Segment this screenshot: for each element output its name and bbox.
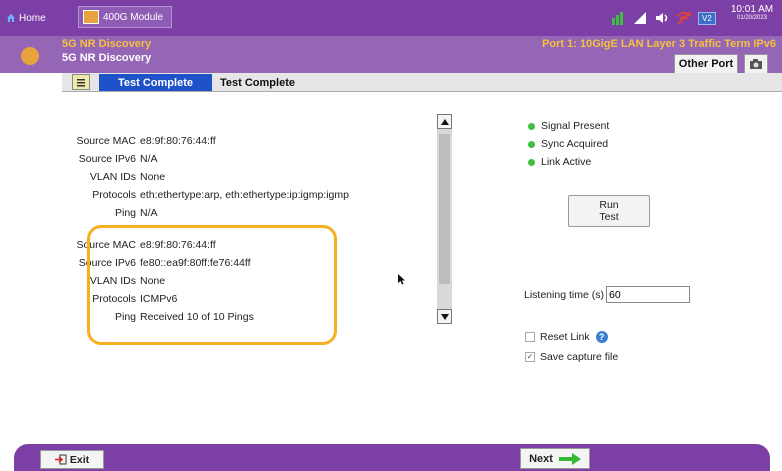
- result-row: Source MAC e8:9f:80:76:44:ff: [0, 132, 349, 150]
- results-scrollbar[interactable]: [437, 114, 452, 324]
- exit-icon: [54, 454, 67, 465]
- menu-button[interactable]: [72, 74, 90, 90]
- speaker-icon: [656, 13, 668, 23]
- signal-icon: [612, 12, 623, 25]
- module-icon: [83, 10, 99, 24]
- clock-time: 10:01 AM: [730, 4, 774, 15]
- result-block-1: Source MAC e8:9f:80:76:44:ff Source IPv6…: [0, 132, 349, 222]
- page-title: 5G NR Discovery: [62, 38, 152, 50]
- listening-time-input[interactable]: [606, 286, 690, 303]
- highlight-box: [87, 225, 337, 345]
- run-test-label: Run Test: [599, 199, 619, 223]
- next-button[interactable]: Next: [520, 448, 590, 469]
- clock-date: 01/20/2023: [736, 15, 768, 21]
- arrow-up-icon: [440, 118, 449, 125]
- indicator-sync-acquired: Sync Acquired: [528, 138, 608, 150]
- scroll-down-button[interactable]: [437, 309, 452, 324]
- reset-link-checkbox[interactable]: [525, 332, 535, 342]
- save-capture-option[interactable]: ✓ Save capture file: [525, 351, 618, 363]
- result-label: Ping: [114, 207, 136, 219]
- page-subtitle: 5G NR Discovery: [62, 52, 152, 64]
- home-icon: [7, 14, 15, 22]
- result-label: Source MAC: [76, 135, 136, 147]
- scroll-thumb[interactable]: [439, 134, 450, 284]
- other-port-button[interactable]: Other Port: [674, 54, 738, 74]
- indicator-label: Signal Present: [541, 120, 610, 132]
- list-icon: [77, 78, 85, 86]
- scroll-up-button[interactable]: [437, 114, 452, 129]
- home-button[interactable]: Home: [6, 10, 46, 26]
- status-dot-icon: [528, 140, 535, 148]
- reset-link-label: Reset Link: [540, 331, 590, 343]
- result-value: eth:ethertype:arp, eth:ethertype:ip:igmp…: [140, 189, 349, 201]
- tab-test-complete[interactable]: Test Complete: [220, 74, 333, 91]
- camera-button[interactable]: [744, 54, 768, 74]
- result-row: Protocols eth:ethertype:arp, eth:etherty…: [0, 186, 349, 204]
- clock: 10:01 AM 01/20/2023: [724, 4, 780, 21]
- arrow-right-icon: [558, 452, 581, 465]
- result-value: N/A: [140, 207, 158, 219]
- result-value: None: [140, 171, 166, 183]
- port-label: Port 1: 10GigE LAN Layer 3 Traffic Term …: [542, 38, 776, 50]
- indicator-label: Link Active: [541, 156, 592, 168]
- camera-icon: [750, 59, 762, 69]
- version-badge: V2: [698, 11, 716, 25]
- indicator-signal-present: Signal Present: [528, 120, 609, 132]
- result-row: Source IPv6 N/A: [0, 150, 349, 168]
- indicator-label: Sync Acquired: [541, 138, 609, 150]
- indicator-link-active: Link Active: [528, 156, 591, 168]
- module-label: 400G Module: [103, 11, 164, 23]
- listening-time-label: Listening time (s): [524, 289, 604, 301]
- home-label: Home: [19, 12, 46, 24]
- mouse-cursor-icon: [398, 274, 406, 288]
- bottom-bar: [14, 444, 770, 471]
- status-dot-icon: [528, 122, 535, 130]
- save-capture-checkbox[interactable]: ✓: [525, 352, 535, 362]
- app-logo-icon: [21, 47, 39, 65]
- result-label: VLAN IDs: [89, 171, 136, 183]
- save-capture-label: Save capture file: [540, 351, 619, 363]
- help-icon[interactable]: ?: [595, 331, 608, 343]
- result-value: e8:9f:80:76:44:ff: [140, 135, 216, 147]
- exit-label: Exit: [69, 453, 90, 466]
- module-tab[interactable]: 400G Module: [78, 6, 172, 28]
- next-label: Next: [529, 452, 553, 465]
- run-test-button[interactable]: Run Test: [568, 195, 650, 227]
- result-label: Protocols: [92, 189, 136, 201]
- result-row: Ping N/A: [0, 204, 349, 222]
- result-value: N/A: [140, 153, 158, 165]
- status-icons: V2: [610, 8, 716, 28]
- result-row: VLAN IDs None: [0, 168, 349, 186]
- network-icon: [634, 12, 646, 24]
- exit-button[interactable]: Exit: [40, 450, 104, 469]
- arrow-down-icon: [440, 313, 449, 320]
- result-label: Source IPv6: [78, 153, 136, 165]
- tab-test-complete-active[interactable]: Test Complete: [99, 74, 212, 91]
- no-wifi-icon: [676, 11, 692, 25]
- status-dot-icon: [528, 158, 535, 166]
- reset-link-option[interactable]: Reset Link ?: [525, 331, 608, 343]
